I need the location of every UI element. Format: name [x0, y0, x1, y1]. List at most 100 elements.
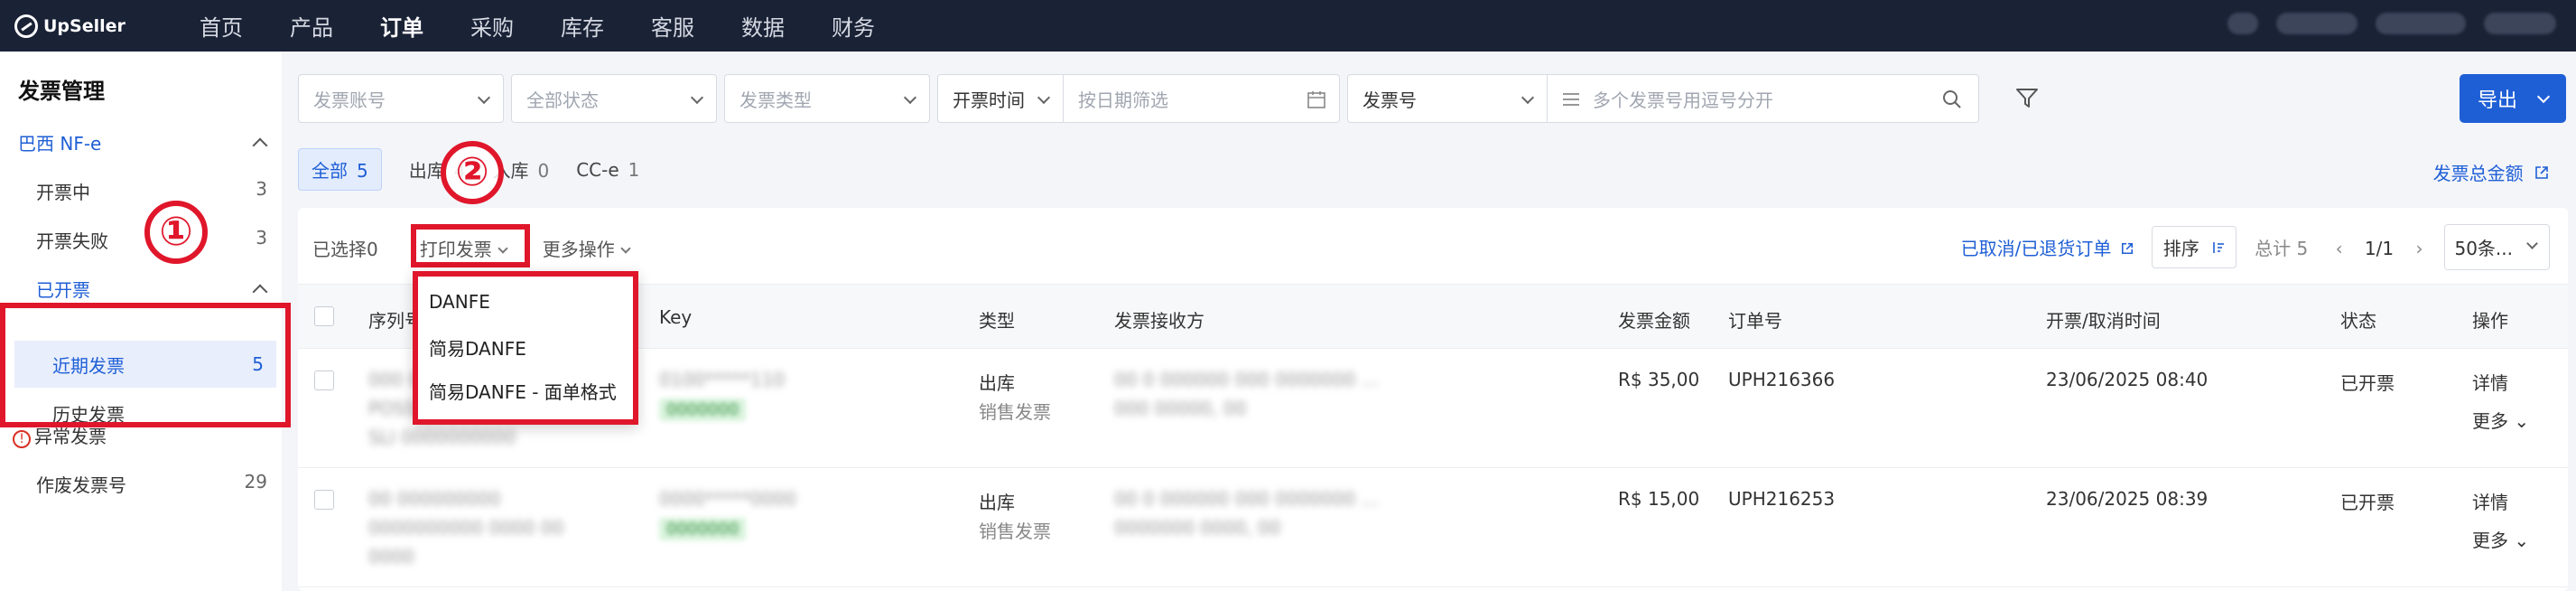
select-value: 发票号: [1362, 89, 1417, 111]
time-type-select[interactable]: 开票时间: [937, 74, 1064, 123]
sidebar-item-void[interactable]: 作废发票号 29: [36, 471, 267, 497]
total-amount-link[interactable]: 发票总金额: [2433, 159, 2549, 185]
filter-icon[interactable]: [2013, 84, 2041, 111]
nav-item-home[interactable]: 首页: [197, 10, 246, 42]
prev-page-icon[interactable]: ‹: [2336, 238, 2343, 259]
select-all-checkbox[interactable]: [314, 306, 334, 326]
next-page-icon[interactable]: ›: [2415, 238, 2423, 259]
subtype-cell: 销售发票: [979, 521, 1051, 542]
key-redacted: 0000*****0000: [659, 488, 796, 510]
number-type-select[interactable]: 发票号: [1347, 74, 1548, 123]
nav-item-finance[interactable]: 财务: [829, 10, 878, 42]
tab-count: 5: [357, 160, 368, 182]
sort-icon: [2213, 242, 2225, 253]
input-placeholder: 按日期筛选: [1078, 89, 1168, 111]
page-size-select[interactable]: 50条...: [2444, 224, 2550, 270]
column-header-type: 类型: [979, 310, 1015, 332]
external-link-icon: [2121, 242, 2133, 255]
nav-item-inventory[interactable]: 库存: [558, 10, 607, 42]
time-cell: 23/06/2025 08:40: [2046, 369, 2209, 390]
menu-item-simple-danfe[interactable]: 简易DANFE: [429, 334, 526, 361]
nav-item-service[interactable]: 客服: [648, 10, 697, 42]
sidebar-item-count: 29: [244, 471, 267, 492]
chevron-down-icon: [1037, 90, 1051, 105]
invoice-table-panel: 已选择0 打印发票 更多操作 已取消/已退货订单 排序 总计 5 ‹ 1/1 ›…: [298, 208, 2568, 591]
highlight-box-print-button: [411, 224, 530, 267]
highlight-box-sidebar: [0, 303, 291, 427]
invoice-account-select[interactable]: 发票账号: [298, 74, 504, 123]
notification-icon[interactable]: [2227, 13, 2258, 34]
nav-item-purchase[interactable]: 采购: [468, 10, 516, 42]
export-label: 导出: [2478, 89, 2518, 112]
more-label: 更多: [2472, 410, 2508, 432]
order-number-link[interactable]: UPH216366: [1728, 369, 1835, 390]
sort-button[interactable]: 排序: [2151, 226, 2237, 268]
column-header-order: 订单号: [1728, 310, 1782, 332]
column-header-recipient: 发票接收方: [1114, 310, 1204, 332]
invoice-type-select[interactable]: 发票类型: [724, 74, 930, 123]
chevron-up-icon[interactable]: [252, 137, 268, 154]
table-toolbar: 已选择0 打印发票 更多操作 已取消/已退货订单 排序 总计 5 ‹ 1/1 ›…: [298, 208, 2568, 284]
total-amount-label: 发票总金额: [2432, 163, 2524, 184]
chevron-down-icon: [903, 90, 917, 105]
chevron-down-icon: [620, 243, 631, 254]
sidebar-item-label: 开票中: [36, 182, 90, 203]
tab-cce[interactable]: CC-e 1: [576, 159, 639, 181]
detail-link[interactable]: 详情: [2472, 488, 2508, 514]
calendar-icon: [1307, 91, 1325, 108]
export-button[interactable]: 导出: [2460, 74, 2566, 123]
warning-icon: !: [13, 430, 31, 448]
annotation-step-2: ②: [441, 141, 504, 204]
sidebar-item-issuing[interactable]: 开票中 3: [36, 178, 267, 204]
sidebar-group-brazil[interactable]: 巴西 NF-e: [18, 129, 101, 155]
brand-logo-icon: [14, 14, 38, 38]
more-operations-button[interactable]: 更多操作: [543, 235, 631, 261]
chevron-down-icon: [477, 90, 491, 105]
menu-item-simple-danfe-label-format[interactable]: 简易DANFE - 面单格式: [429, 378, 617, 404]
time-cell: 23/06/2025 08:39: [2046, 488, 2209, 510]
more-actions-link[interactable]: 更多 ⌄: [2472, 407, 2529, 433]
search-icon[interactable]: [1942, 89, 1962, 109]
total-count: 总计 5: [2255, 238, 2309, 259]
key-status-pill: 0000000: [659, 398, 747, 421]
brand-logo[interactable]: UpSeller: [14, 14, 168, 38]
print-invoice-menu: DANFE 简易DANFE 简易DANFE - 面单格式: [413, 271, 638, 425]
invoice-number-input[interactable]: 多个发票号用逗号分开: [1548, 74, 1979, 123]
row-checkbox[interactable]: [314, 371, 334, 390]
order-number-link[interactable]: UPH216253: [1728, 488, 1835, 510]
nav-item-products[interactable]: 产品: [287, 10, 336, 42]
help-icon[interactable]: [2276, 13, 2357, 34]
menu-item-danfe[interactable]: DANFE: [429, 291, 490, 313]
date-range-input[interactable]: 按日期筛选: [1064, 74, 1340, 123]
select-placeholder: 全部状态: [526, 89, 599, 111]
table-header: 序列号 Key 类型 发票接收方 发票金额 订单号 开票/取消时间 状态 操作: [298, 284, 2568, 349]
status-select[interactable]: 全部状态: [511, 74, 717, 123]
select-placeholder: 发票类型: [739, 89, 812, 111]
avatar[interactable]: [2484, 13, 2556, 34]
table-row: 000 00000000 POSSIBILIDADE SLI 000000000…: [298, 349, 2568, 468]
more-actions-link[interactable]: 更多 ⌄: [2472, 526, 2529, 552]
row-checkbox[interactable]: [314, 490, 334, 510]
column-header-actions: 操作: [2472, 310, 2508, 332]
recipient-address-redacted: 000 00000, 00: [1114, 398, 1247, 419]
sidebar-group-issued[interactable]: 已开票: [36, 276, 90, 302]
page-size-value: 50条...: [2454, 238, 2513, 259]
key-redacted: 0100*****110: [659, 369, 786, 390]
serial-detail-redacted: 0000000000 0000 00: [368, 517, 564, 539]
status-cell: 已开票: [2340, 372, 2395, 394]
detail-link[interactable]: 详情: [2472, 369, 2508, 395]
recipient-redacted: 00 0 000000 000 0000000 ...: [1114, 369, 1379, 390]
language-icon[interactable]: [2376, 13, 2466, 34]
chevron-down-icon: [2526, 238, 2538, 249]
sidebar-item-label: 作废发票号: [36, 474, 126, 496]
user-toolbar: [2209, 13, 2556, 34]
nav-item-data[interactable]: 数据: [739, 10, 787, 42]
select-value: 开票时间: [953, 89, 1025, 111]
subtype-cell: 销售发票: [979, 401, 1051, 423]
time-filter: 开票时间 按日期筛选: [937, 74, 1340, 123]
chevron-up-icon[interactable]: [252, 284, 268, 300]
cancelled-orders-link[interactable]: 已取消/已退货订单: [1961, 234, 2134, 260]
nav-item-orders[interactable]: 订单: [377, 10, 426, 42]
column-header-time: 开票/取消时间: [2046, 310, 2161, 332]
tab-all[interactable]: 全部 5: [298, 148, 382, 191]
